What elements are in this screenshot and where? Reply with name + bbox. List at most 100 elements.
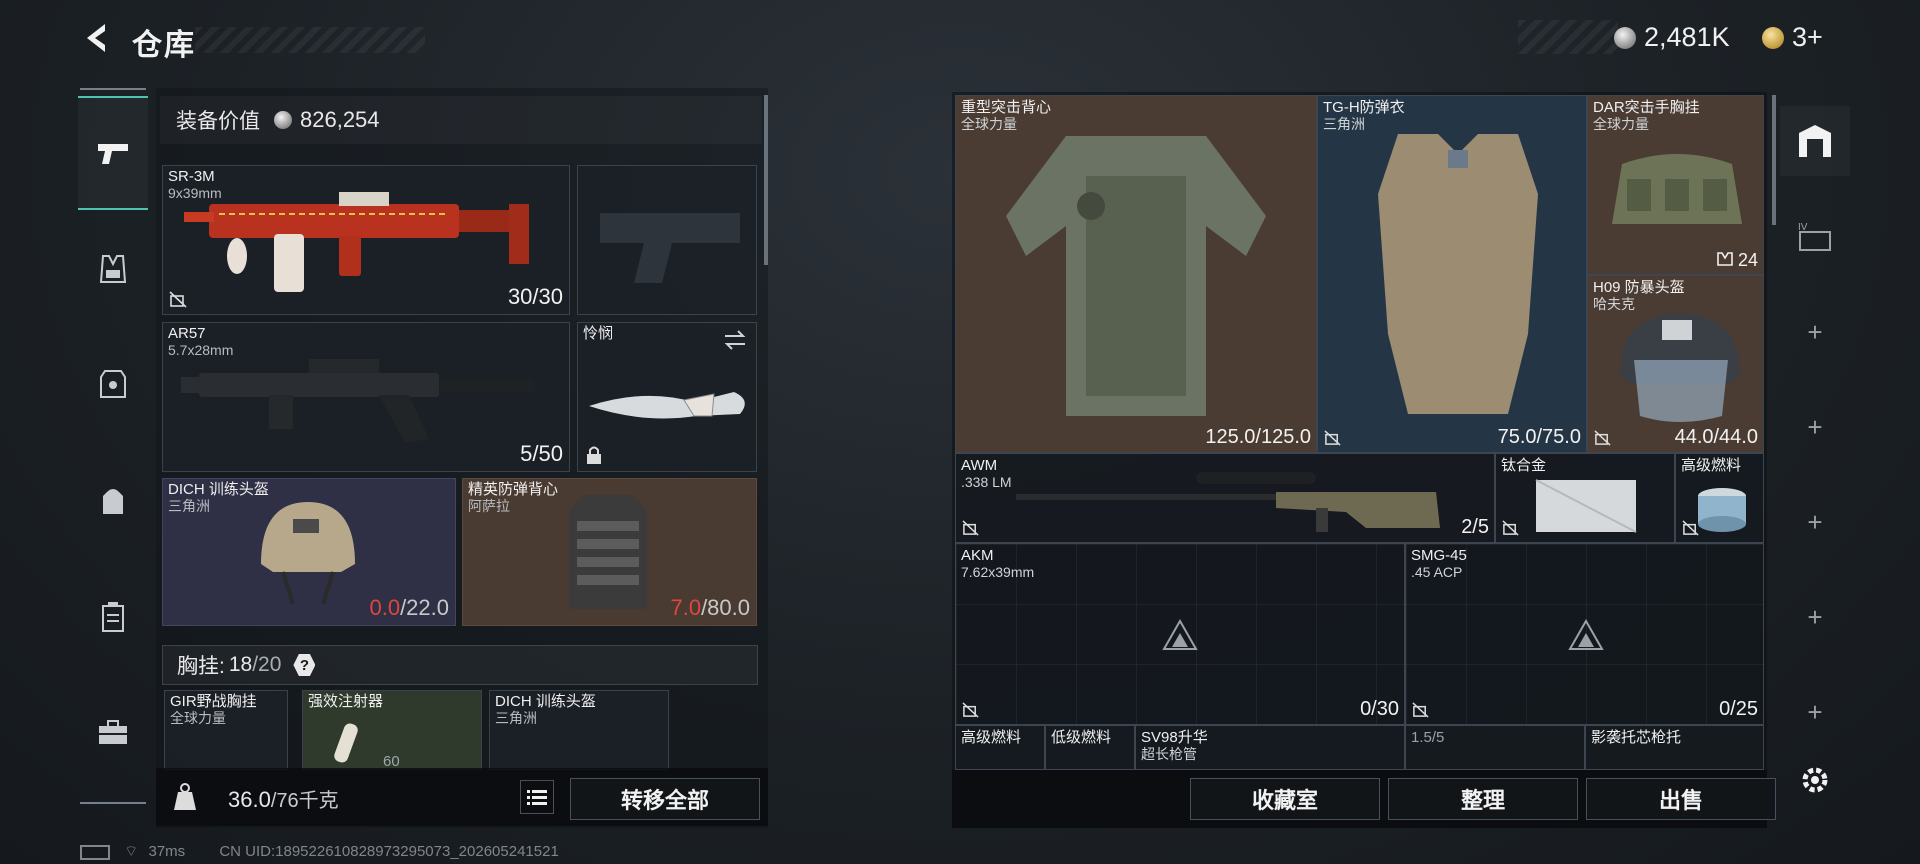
title-decoration <box>195 27 425 53</box>
pistol-icon <box>98 144 128 164</box>
backpack-tab[interactable] <box>78 466 148 536</box>
warehouse-icon <box>1799 125 1831 157</box>
no-insure-icon <box>169 291 187 308</box>
right-container-rail: IV + + + + + <box>1780 92 1850 822</box>
no-insure-icon <box>1682 520 1699 536</box>
add-storage-button[interactable]: + <box>1780 582 1850 652</box>
wifi-icon: ⌔ <box>124 843 139 860</box>
medkit-tab[interactable] <box>78 698 148 768</box>
rig-item-name: GIR野战胸挂 <box>170 693 257 710</box>
rig-item-name: 强效注射器 <box>308 693 384 710</box>
stash-item[interactable]: 影袭托芯枪托 <box>1585 725 1764 770</box>
stash-scrollbar[interactable] <box>1772 95 1776 225</box>
chest-rig-header: 胸挂: 18 /20 ? <box>162 645 758 685</box>
stash-item[interactable]: 高级燃料 <box>955 725 1045 770</box>
secondary-weapon-slot[interactable]: AR57 5.7x28mm 5/50 <box>162 322 570 472</box>
chest-rig-used: 18 <box>228 653 253 676</box>
rig-item-maker: 全球力量 <box>170 710 226 726</box>
no-insure-icon <box>1502 520 1519 536</box>
secondary-weapon-name: AR57 <box>168 325 206 342</box>
silver-currency[interactable]: 2,481K <box>1614 22 1730 53</box>
melee-slot[interactable]: 怜悯 <box>577 322 757 472</box>
armor-name: 精英防弹背心 <box>468 481 559 498</box>
armor-tab[interactable] <box>78 350 148 420</box>
silver-coin-icon <box>274 111 292 129</box>
stash-tab[interactable] <box>1780 106 1850 176</box>
chest-rig-icon <box>99 255 127 283</box>
no-insure-icon <box>962 702 979 718</box>
helmet-image <box>261 502 355 605</box>
rig-item-slot[interactable]: 强效注射器 60 <box>302 690 482 770</box>
left-category-rail <box>78 88 148 808</box>
stash-item[interactable]: SV98升华 超长枪管 <box>1135 725 1405 770</box>
pistol-slot[interactable] <box>577 165 757 315</box>
list-icon <box>527 790 547 805</box>
carry-weight: 36.0/76千克 <box>228 787 339 812</box>
status-bar: ⌔ 37ms CN UID:18952261082897329507​3_202… <box>80 842 559 861</box>
injector-image <box>334 723 358 763</box>
sr3m-weapon-image <box>184 192 529 292</box>
transfer-all-button[interactable]: 转移全部 <box>570 778 760 820</box>
collection-room-button[interactable]: 收藏室 <box>1190 778 1380 820</box>
add-storage-button[interactable]: + <box>1780 392 1850 462</box>
list-view-button[interactable] <box>520 780 554 814</box>
equip-value-label: 装备价值 <box>176 110 260 133</box>
stash-item[interactable]: 1.5/5 <box>1405 725 1585 770</box>
settings-button[interactable] <box>1780 745 1850 815</box>
rig-item-name: DICH 训练头盔 <box>495 693 596 710</box>
currency-bar: 2,481K 3+ <box>1518 20 1853 54</box>
gold-amount: 3+ <box>1792 22 1823 52</box>
chest-rig-label: 胸挂: <box>177 655 225 678</box>
swap-icon[interactable] <box>722 329 748 351</box>
container-tab[interactable] <box>78 582 148 652</box>
chest-rig-tab[interactable] <box>78 234 148 304</box>
stash-item[interactable]: TG-H防弹衣 三角洲 75.0/75.0 <box>1317 95 1587 453</box>
armor-durability: 7.0/80.0 <box>670 595 750 620</box>
fuel-can-image <box>1698 488 1746 532</box>
no-insure-icon <box>1412 702 1429 718</box>
sell-button[interactable]: 出售 <box>1586 778 1776 820</box>
primary-weapon-slot[interactable]: SR-3M 9x39mm 30/30 <box>162 165 570 315</box>
level-storage-tab[interactable]: IV <box>1780 202 1850 272</box>
stash-item[interactable]: SMG-45 .45 ACP 0/25 <box>1405 543 1764 725</box>
stash-item[interactable]: 高级燃料 <box>1675 453 1764 543</box>
placeholder-logo-icon <box>1568 619 1604 650</box>
add-storage-button[interactable]: + <box>1780 677 1850 747</box>
help-icon[interactable]: ? <box>293 654 316 676</box>
gold-currency[interactable]: 3+ <box>1762 22 1823 53</box>
armor-slot[interactable]: 精英防弹背心 阿萨拉 7.0/80.0 <box>462 478 757 626</box>
add-storage-button[interactable]: + <box>1780 297 1850 367</box>
rig-item-maker: 三角洲 <box>495 710 537 726</box>
stash-item[interactable]: 重型突击背心 全球力量 125.0/125.0 <box>955 95 1317 453</box>
medkit-icon <box>99 720 127 744</box>
weapon-tab[interactable] <box>78 96 148 210</box>
stash-item[interactable]: 低级燃料 <box>1045 725 1135 770</box>
stash-item[interactable]: 钛合金 <box>1495 453 1675 543</box>
ar57-weapon-image <box>181 359 535 443</box>
stash-item[interactable]: H09 防暴头盔 哈夫克 44.0/44.0 <box>1587 275 1764 453</box>
back-arrow-icon <box>87 24 105 52</box>
riot-helmet-image <box>1620 314 1740 422</box>
back-button[interactable] <box>78 18 118 58</box>
svg-text:IV: IV <box>1798 222 1808 233</box>
stash-item[interactable]: AWM .338 LM 2/5 <box>955 453 1495 543</box>
rig-icon <box>1717 252 1733 266</box>
loadout-scrollbar[interactable] <box>764 95 768 265</box>
chest-rig-capacity: /20 <box>252 653 282 676</box>
stash-item[interactable]: DAR突击手胸挂 全球力量 24 <box>1587 95 1764 275</box>
helmet-maker: 三角洲 <box>168 498 210 514</box>
melee-name: 怜悯 <box>583 325 614 342</box>
helmet-durability: 0.0/22.0 <box>369 595 449 620</box>
primary-weapon-ammo-count: 30/30 <box>507 284 563 309</box>
gear-icon <box>1802 767 1828 793</box>
sort-button[interactable]: 整理 <box>1388 778 1578 820</box>
no-insure-icon <box>962 520 979 536</box>
rig-item-slot[interactable]: DICH 训练头盔 三角洲 <box>489 690 669 770</box>
backpack-icon <box>103 489 123 514</box>
add-storage-button[interactable]: + <box>1780 487 1850 557</box>
stash-item[interactable]: AKM 7.62x39mm 0/30 <box>955 543 1405 725</box>
rig-item-slot[interactable]: GIR野战胸挂 全球力量 <box>164 690 288 770</box>
container-icon <box>102 602 124 632</box>
lock-icon <box>587 446 601 464</box>
helmet-slot[interactable]: DICH 训练头盔 三角洲 0.0/22.0 <box>162 478 456 626</box>
